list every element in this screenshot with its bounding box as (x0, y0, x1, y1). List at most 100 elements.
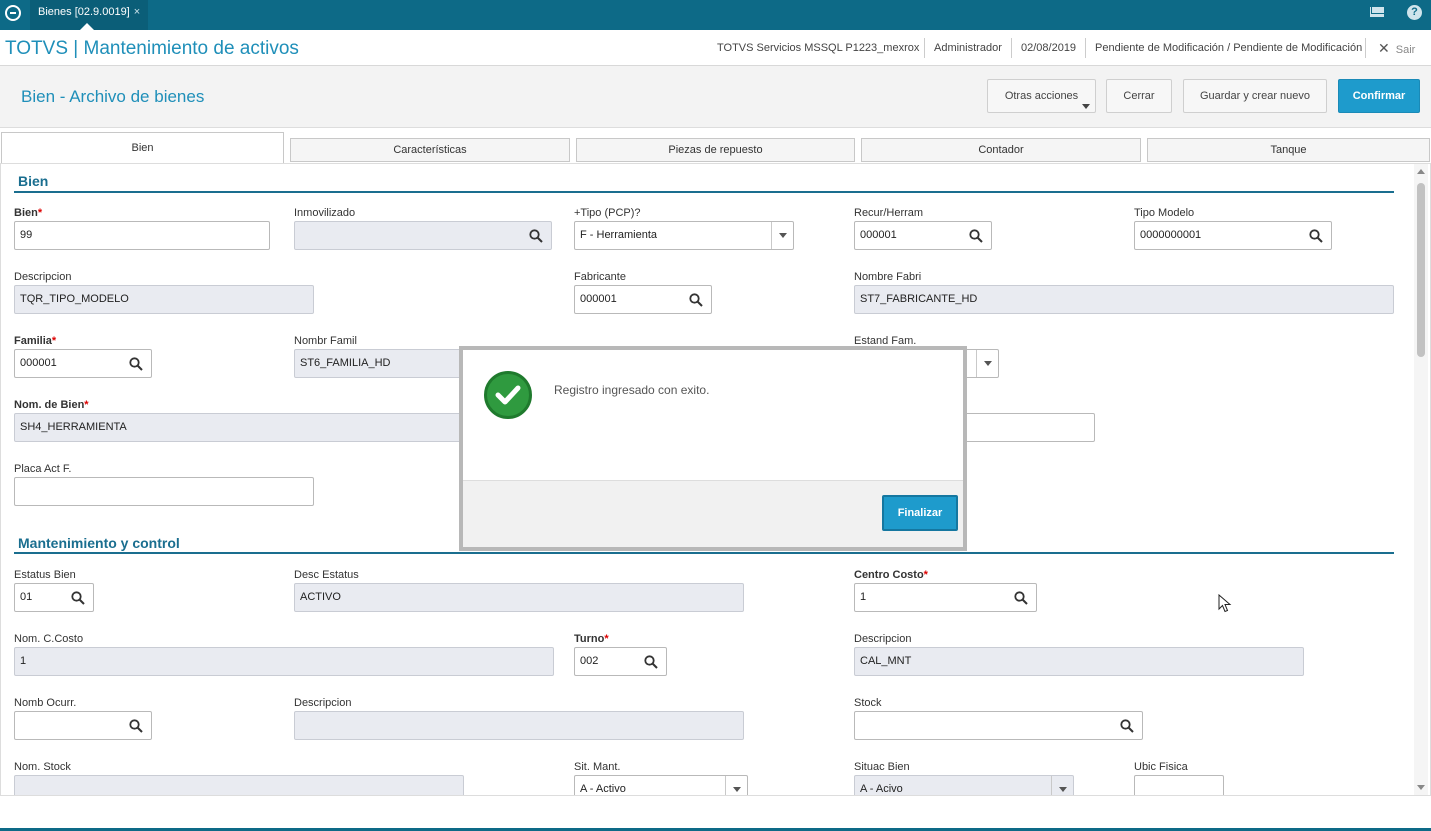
search-icon[interactable] (689, 293, 703, 307)
save-new-button[interactable]: Guardar y crear nuevo (1183, 79, 1327, 113)
tab-piezas-repuesto[interactable]: Piezas de repuesto (576, 138, 855, 162)
fabricante-label: Fabricante (574, 271, 626, 283)
search-icon[interactable] (1309, 229, 1323, 243)
nom-stock-field[interactable] (14, 775, 464, 795)
estatus-bien-input[interactable]: 01 (14, 583, 94, 612)
descripcion-field[interactable]: TQR_TIPO_MODELO (14, 285, 314, 314)
turno-label: Turno* (574, 633, 609, 645)
estatus-bien-label: Estatus Bien (14, 569, 76, 581)
nomb-ocurr-label: Nomb Ocurr. (14, 697, 77, 709)
bien-input[interactable]: 99 (14, 221, 270, 250)
tipo-pcp-select[interactable]: F - Herramienta (574, 221, 794, 250)
chevron-down-icon[interactable] (976, 350, 998, 377)
placa-act-input[interactable] (14, 477, 314, 506)
close-icon: ✕ (1378, 40, 1390, 56)
inmovilizado-label: Inmovilizado (294, 207, 356, 219)
search-icon[interactable] (129, 719, 143, 733)
success-dialog: Registro ingresado con exito. Finalizar (459, 346, 967, 551)
nom-bien-label: Nom. de Bien* (14, 399, 89, 411)
chevron-down-icon[interactable] (725, 776, 747, 795)
status-info: Pendiente de Modificación / Pendiente de… (1095, 42, 1363, 54)
chevron-down-icon (1082, 104, 1090, 109)
centro-costo-label: Centro Costo* (854, 569, 928, 581)
tab-tanque[interactable]: Tanque (1147, 138, 1430, 162)
tipo-modelo-input[interactable]: 0000000001 (1134, 221, 1332, 250)
confirm-button[interactable]: Confirmar (1338, 79, 1420, 113)
user-info: Administrador (934, 42, 1002, 54)
situac-bien-label: Situac Bien (854, 761, 910, 773)
finish-button[interactable]: Finalizar (882, 495, 958, 531)
section-title-mantenimiento: Mantenimiento y control (18, 535, 180, 551)
page-title: Bien - Archivo de bienes (21, 87, 205, 106)
search-icon[interactable] (529, 229, 543, 243)
inmovilizado-field[interactable] (294, 221, 552, 250)
nombr-famil-label: Nombr Famil (294, 335, 357, 347)
search-icon[interactable] (71, 591, 85, 605)
turno-input[interactable]: 002 (574, 647, 667, 676)
section-divider (14, 191, 1394, 193)
desc-estatus-field[interactable]: ACTIVO (294, 583, 744, 612)
sit-mant-select[interactable]: A - Activo (574, 775, 748, 795)
tab-caracteristicas[interactable]: Características (290, 138, 570, 162)
dialog-message: Registro ingresado con exito. (554, 383, 710, 397)
chevron-down-icon[interactable] (1051, 776, 1073, 795)
app-title: TOTVS | Mantenimiento de activos (5, 38, 299, 59)
bien-label: Bien* (14, 207, 43, 219)
search-icon[interactable] (129, 357, 143, 371)
divider (924, 38, 925, 58)
descripcion2-field[interactable]: CAL_MNT (854, 647, 1304, 676)
search-icon[interactable] (1014, 591, 1028, 605)
ubic-fisica-label: Ubic Fisica (1134, 761, 1188, 773)
mail-icon[interactable] (1370, 7, 1384, 17)
divider (1365, 38, 1366, 58)
dialog-body: Registro ingresado con exito. (463, 350, 963, 480)
exit-button[interactable]: ✕ Sair (1378, 40, 1415, 57)
placa-act-label: Placa Act F. (14, 463, 72, 475)
nombre-fabri-label: Nombre Fabri (854, 271, 922, 283)
other-actions-button[interactable]: Otras acciones (987, 79, 1096, 113)
descripcion3-field[interactable] (294, 711, 744, 740)
nom-ccosto-field[interactable]: 1 (14, 647, 554, 676)
search-icon[interactable] (969, 229, 983, 243)
other-actions-label: Otras acciones (1004, 90, 1079, 102)
familia-label: Familia* (14, 335, 57, 347)
divider (1085, 38, 1086, 58)
tab-contador[interactable]: Contador (861, 138, 1141, 162)
stock-input[interactable] (854, 711, 1143, 740)
nombre-fabri-field[interactable]: ST7_FABRICANTE_HD (854, 285, 1394, 314)
recur-herram-label: Recur/Herram (854, 207, 924, 219)
familia-input[interactable]: 000001 (14, 349, 152, 378)
totvs-logo-icon[interactable] (5, 5, 21, 21)
situac-bien-select[interactable]: A - Acivo (854, 775, 1074, 795)
top-bar: Bienes [02.9.0019] × ? (0, 0, 1431, 30)
vertical-scrollbar[interactable] (1414, 164, 1428, 795)
scroll-up-icon[interactable] (1417, 169, 1425, 174)
recur-herram-input[interactable]: 000001 (854, 221, 992, 250)
fabricante-input[interactable]: 000001 (574, 285, 712, 314)
help-icon[interactable]: ? (1407, 5, 1422, 20)
centro-costo-input[interactable]: 1 (854, 583, 1037, 612)
search-icon[interactable] (1120, 719, 1134, 733)
tab-bien[interactable]: Bien (1, 132, 284, 163)
close-button[interactable]: Cerrar (1106, 79, 1172, 113)
tipo-pcp-label: +Tipo (PCP)? (574, 207, 641, 219)
tab-close-icon[interactable]: × (134, 6, 140, 18)
mouse-cursor-icon (1218, 594, 1232, 613)
desc-estatus-label: Desc Estatus (294, 569, 359, 581)
descripcion3-label: Descripcion (294, 697, 352, 709)
nom-ccosto-label: Nom. C.Costo (14, 633, 84, 645)
search-icon[interactable] (644, 655, 658, 669)
scroll-down-icon[interactable] (1417, 785, 1425, 790)
tab-label: Bienes [02.9.0019] (38, 6, 130, 18)
check-icon (484, 371, 532, 419)
ubic-fisica-input[interactable] (1134, 775, 1224, 795)
tipo-modelo-label: Tipo Modelo (1134, 207, 1195, 219)
nom-stock-label: Nom. Stock (14, 761, 71, 773)
chevron-down-icon[interactable] (771, 222, 793, 249)
tab-pointer (80, 23, 94, 30)
descripcion-label: Descripcion (14, 271, 72, 283)
scroll-thumb[interactable] (1417, 183, 1425, 357)
title-bar: TOTVS | Mantenimiento de activos TOTVS S… (0, 32, 1431, 66)
section-divider (14, 552, 1394, 554)
nomb-ocurr-input[interactable] (14, 711, 152, 740)
